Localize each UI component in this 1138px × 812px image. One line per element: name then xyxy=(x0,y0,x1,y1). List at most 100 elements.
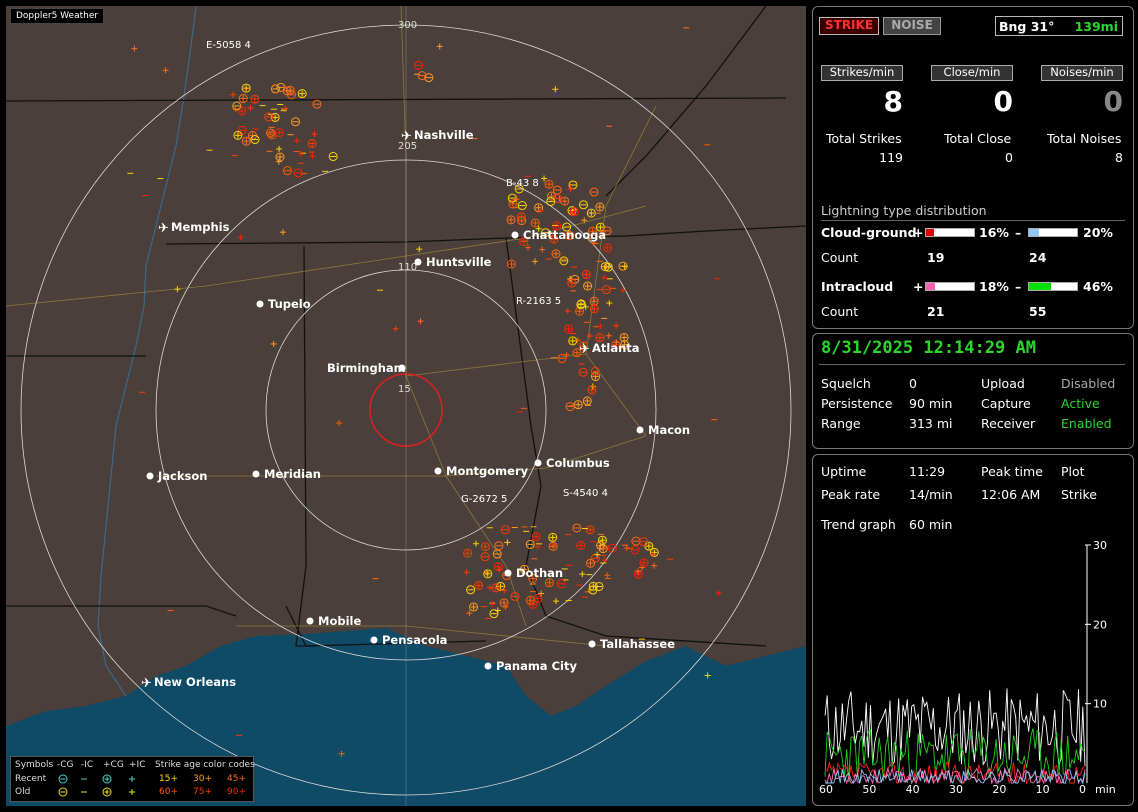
total-close-value: 0 xyxy=(1005,150,1013,165)
strike-marker xyxy=(544,179,554,189)
strike-marker xyxy=(576,300,586,310)
strike-marker xyxy=(585,525,595,535)
peak-rate-label: Peak rate xyxy=(821,487,881,502)
strike-marker xyxy=(601,285,611,295)
city-chattanooga[interactable]: Chattanooga xyxy=(511,228,607,242)
strike-marker xyxy=(293,137,300,144)
strike-marker xyxy=(581,269,591,279)
strike-marker xyxy=(466,610,473,617)
city-atlanta[interactable]: ✈ Atlanta xyxy=(579,341,640,357)
datetime-divider xyxy=(819,364,1125,365)
bearing-box: Bng 31° 139mi xyxy=(995,16,1123,36)
city-label: Mobile xyxy=(318,614,361,628)
trend-series-line xyxy=(824,728,1086,785)
strike-marker xyxy=(603,243,613,253)
mississippi-river xyxy=(97,6,197,697)
strike-marker xyxy=(496,581,506,591)
city-dothan[interactable]: Dothan xyxy=(504,566,564,580)
strike-marker xyxy=(586,332,593,339)
city-label: New Orleans xyxy=(154,675,236,689)
city-montgomery[interactable]: Montgomery xyxy=(434,464,529,478)
ic-plus-bar xyxy=(925,282,975,291)
state-border xyxy=(6,97,787,102)
strike-mode-button[interactable]: STRIKE xyxy=(819,17,879,35)
storm-label[interactable]: B-43 8 xyxy=(506,178,539,189)
stats-panel: Uptime 11:29 Peak time Plot Peak rate 14… xyxy=(812,454,1134,806)
city-panama-city[interactable]: Panama City xyxy=(484,659,578,673)
storm-label[interactable]: R-2163 5 xyxy=(516,296,561,307)
peak-time-label: Peak time xyxy=(981,464,1043,479)
settings-panel: 8/31/2025 12:14:29 AM Squelch 0 Persiste… xyxy=(812,333,1134,449)
receiver-value: Enabled xyxy=(1061,416,1112,431)
city-birmingham[interactable]: Birmingham xyxy=(327,361,406,375)
cg-minus-count: 24 xyxy=(1029,250,1047,265)
state-border xyxy=(6,605,237,617)
strike-marker xyxy=(582,396,592,406)
strike-marker xyxy=(553,598,560,605)
strike-marker xyxy=(233,130,243,140)
strike-marker xyxy=(328,152,338,162)
city-memphis[interactable]: ✈ Memphis xyxy=(158,220,230,236)
legend-age-45: 45+ xyxy=(227,774,246,784)
legend-symbols-label: Symbols xyxy=(15,760,54,770)
strike-marker xyxy=(480,552,490,562)
ic-minus-bar xyxy=(1028,282,1078,291)
city-label: Atlanta xyxy=(592,341,640,355)
close-min-value: 0 xyxy=(993,85,1013,118)
strike-marker xyxy=(501,587,508,594)
strike-marker xyxy=(336,419,343,426)
trend-graph: 30 20 10 60 50 40 30 20 10 0 min xyxy=(819,539,1116,796)
strike-marker xyxy=(567,278,577,288)
strike-status-panel: STRIKE NOISE Bng 31° 139mi Strikes/min C… xyxy=(812,6,1134,329)
storm-label[interactable]: S-4540 4 xyxy=(563,488,608,499)
receiver-label: Receiver xyxy=(981,416,1036,431)
strike-marker xyxy=(564,308,571,315)
strike-marker xyxy=(282,86,292,96)
map-canvas[interactable]: 30020511015 ✈ Nashville✈ MemphisChattanoog… xyxy=(6,6,806,806)
strike-marker xyxy=(237,125,247,135)
strike-marker xyxy=(588,581,598,591)
noise-mode-button[interactable]: NOISE xyxy=(883,17,941,35)
total-noises-value: 8 xyxy=(1115,150,1123,165)
legend-age-90: 90+ xyxy=(227,787,246,797)
strike-marker xyxy=(500,525,510,535)
strike-marker xyxy=(417,318,424,325)
city-jackson[interactable]: Jackson xyxy=(146,469,208,483)
squelch-value: 0 xyxy=(909,376,917,391)
capture-value: Active xyxy=(1061,396,1100,411)
storm-label[interactable]: E-5058 4 xyxy=(206,40,251,51)
cg-minus-bar xyxy=(1028,228,1078,237)
city-label: Panama City xyxy=(496,659,577,673)
strike-marker xyxy=(392,325,399,332)
city-tupelo[interactable]: Tupelo xyxy=(256,297,311,311)
strike-marker xyxy=(559,256,569,266)
storm-label[interactable]: G-2672 5 xyxy=(461,494,507,505)
city-label: Nashville xyxy=(414,128,474,142)
cg-plus-count: 19 xyxy=(927,250,945,265)
strike-marker xyxy=(630,545,640,555)
strike-marker xyxy=(241,83,251,93)
strike-marker xyxy=(534,544,541,551)
trend-y-tick-label: 30 xyxy=(1093,539,1107,552)
strike-marker xyxy=(174,286,181,293)
lightning-map[interactable]: 300 205 110 15 ✈ Nashville ✈ Memphis Chattanoog… xyxy=(6,6,806,806)
uptime-label: Uptime xyxy=(821,464,867,479)
city-meridian[interactable]: Meridian xyxy=(252,467,321,481)
strike-marker xyxy=(579,571,586,578)
legend-old-pos-cg-icon xyxy=(102,787,112,797)
city-dot-icon xyxy=(511,231,519,239)
city-label: Tallahassee xyxy=(600,637,675,651)
city-macon[interactable]: Macon xyxy=(636,423,691,437)
city-columbus[interactable]: Columbus xyxy=(534,456,610,470)
city-label: Dothan xyxy=(516,566,563,580)
city-label: Tupelo xyxy=(268,297,311,311)
legend-recent-label: Recent xyxy=(15,774,47,784)
strike-marker xyxy=(491,583,501,593)
city-pensacola[interactable]: Pensacola xyxy=(370,633,448,647)
strike-marker xyxy=(586,208,596,218)
city-new-orleans[interactable]: ✈ New Orleans xyxy=(141,675,236,691)
ic-minus-pct: 46% xyxy=(1083,279,1113,294)
city-tallahassee[interactable]: Tallahassee xyxy=(588,637,676,651)
plot-value[interactable]: Strike xyxy=(1061,487,1097,502)
city-huntsville[interactable]: Huntsville xyxy=(414,255,492,269)
